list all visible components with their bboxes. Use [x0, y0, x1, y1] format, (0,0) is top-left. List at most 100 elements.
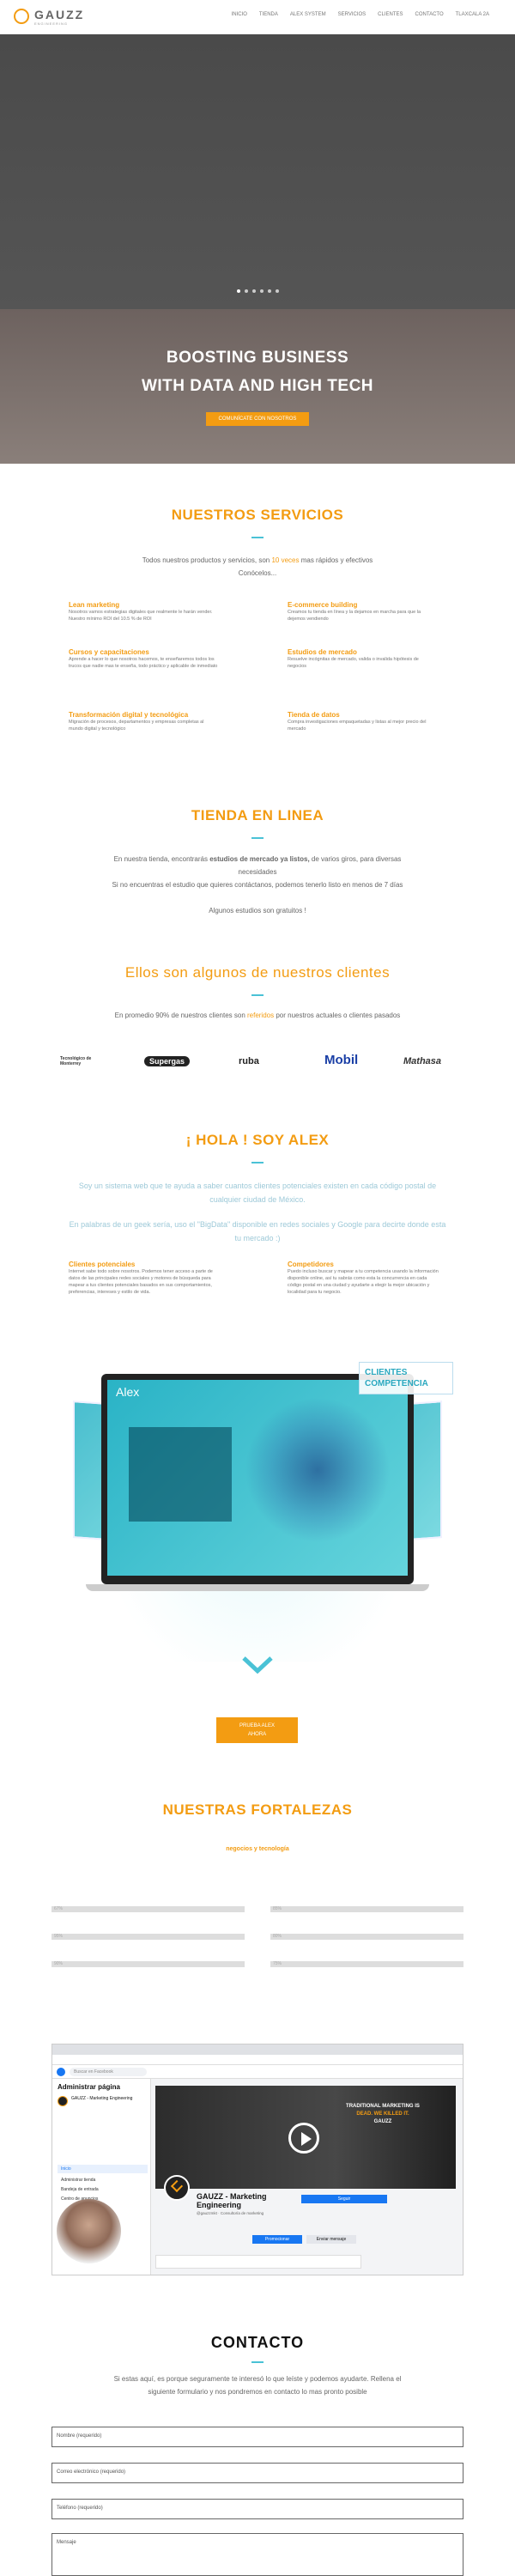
slider-dot[interactable]: [268, 289, 271, 293]
skill-bar: 67%: [52, 1906, 245, 1912]
strengths-title: NUESTRAS FORTALEZAS: [162, 1801, 353, 1818]
laptop-base: [86, 1584, 429, 1591]
bar-label: 95%: [54, 1934, 64, 1939]
clients-text-part: En promedio 90% de nuestros clientes son: [114, 1012, 247, 1019]
service-item: Transformación digital y tecnológica Mig…: [69, 711, 219, 732]
intro-text: mas rápidos y efectivos: [299, 556, 373, 564]
intro-highlight: 10 veces: [271, 556, 300, 564]
service-text: Nosotros vamos estrategias digitales que…: [69, 610, 213, 622]
site-header: GAUZZ ENGINEERING Inicio Tienda Alex Sys…: [0, 0, 515, 34]
play-triangle: [301, 2132, 312, 2146]
store-text-part: de varios giros, para diversas: [309, 855, 402, 863]
email-field[interactable]: Correo electrónico (requerido): [52, 2463, 464, 2483]
chevron-down-icon[interactable]: [241, 1656, 274, 1674]
service-item: Estudios de mercado Resuelve incógnitas …: [288, 648, 438, 670]
button-line: Prueba Alex: [239, 1723, 276, 1728]
clients-highlight: referidos: [246, 1012, 275, 1019]
browser-tabs: [52, 2044, 463, 2055]
browser-address-bar: [52, 2055, 463, 2065]
logo-text[interactable]: GAUZZ: [34, 8, 84, 21]
cover-text: TRADITIONAL MARKETING IS DEAD. WE KILLED…: [331, 2103, 434, 2126]
try-alex-button[interactable]: Prueba Alex Ahora: [216, 1717, 298, 1743]
nav-item-contacto[interactable]: Contacto: [415, 12, 444, 17]
bar-label: 75%: [273, 1961, 282, 1966]
main-nav: Inicio Tienda Alex System Servicios Clie…: [232, 12, 489, 17]
store-text-part: En nuestra tienda, encontrarás: [113, 855, 210, 863]
service-title: Cursos y capacitaciones: [69, 648, 149, 656]
alex-intro-1: Soy un sistema web que te ayuda a saber …: [78, 1182, 437, 1204]
service-text: Creamos tu tienda en línea y la dejamos …: [288, 610, 421, 622]
page-handle: @gauzzmkt · Consultoría de marketing: [197, 2211, 264, 2215]
bar-label: 90%: [54, 1961, 64, 1966]
presenter-video-avatar: [57, 2199, 121, 2263]
clients-text: En promedio 90% de nuestros clientes son…: [52, 1009, 464, 1022]
page-admin-sidebar: Administrar página GAUZZ - Marketing Eng…: [52, 2079, 151, 2275]
skill-bar: 75%: [270, 1961, 464, 1967]
post-composer[interactable]: [155, 2255, 361, 2269]
nav-item-servicios[interactable]: Servicios: [338, 12, 367, 17]
nav-item-tienda[interactable]: Tienda: [259, 12, 278, 17]
sidebar-item-inicio[interactable]: Inicio: [58, 2165, 148, 2173]
skill-bar: 90%: [52, 1961, 245, 1967]
strengths-subtitle: negocios y tecnología: [226, 1846, 289, 1852]
sidebar-item-inbox[interactable]: Bandeja de entrada: [58, 2185, 102, 2194]
page-name: GAUZZ - Marketing Engineering: [197, 2192, 267, 2209]
bar-track: 90%: [52, 1961, 245, 1967]
contact-title: CONTACTO: [210, 2334, 305, 2351]
alex-intro-2: En palabras de un geek sería, uso el "Bi…: [69, 1220, 446, 1242]
follow-button[interactable]: Seguir: [301, 2195, 387, 2203]
feature-text: Puedo incluso buscar y mapear a tu compe…: [288, 1269, 439, 1295]
slider-dot[interactable]: [237, 289, 240, 293]
bar-label: 85%: [273, 1906, 282, 1911]
page-profile-picture[interactable]: [164, 2175, 190, 2201]
promote-button[interactable]: Promocionar: [252, 2235, 302, 2244]
store-text-part: Si no encuentras el estudio que quieres …: [112, 881, 403, 889]
alex-title: ¡ HOLA ! SOY ALEX: [185, 1132, 330, 1148]
slider-dot[interactable]: [260, 289, 264, 293]
nav-item-extra[interactable]: Tlaxcala 2a: [456, 12, 489, 17]
contact-text-line: siguiente formulario y nos pondremos en …: [148, 2388, 367, 2396]
nav-item-clientes[interactable]: Clientes: [378, 12, 403, 17]
facebook-topbar: Buscar en Facebook: [52, 2065, 463, 2079]
service-text: Compra investigaciones empaquetadas y li…: [288, 720, 427, 732]
logo-icon[interactable]: [14, 9, 29, 24]
services-title: NUESTROS SERVICIOS: [171, 507, 344, 523]
cover-video[interactable]: TRADITIONAL MARKETING IS DEAD. WE KILLED…: [155, 2086, 456, 2189]
contact-cta-button[interactable]: Comunícate con nosotros: [206, 412, 309, 426]
button-line: Ahora: [247, 1732, 267, 1737]
service-item: Lean marketing Nosotros vamos estrategia…: [69, 601, 219, 623]
bar-track: 85%: [270, 1906, 464, 1912]
slider-dot[interactable]: [245, 289, 248, 293]
slider-dot[interactable]: [276, 289, 279, 293]
client-logo-ruba: ruba: [239, 1056, 259, 1066]
bar-track: 67%: [52, 1906, 245, 1912]
sidebar-item-tienda[interactable]: Administrar tienda: [58, 2176, 99, 2184]
client-logo-supergas: Supergas: [144, 1056, 191, 1066]
store-highlight: estudios de mercado ya listos,: [209, 855, 310, 863]
nav-item-inicio[interactable]: Inicio: [232, 12, 247, 17]
hero-title-line: WITH DATA AND HIGH TECH: [141, 377, 374, 395]
app-name: Alex: [116, 1385, 140, 1399]
section-divider: [251, 1162, 264, 1163]
section-divider: [251, 2361, 264, 2363]
store-text-part: necesidades: [238, 868, 277, 876]
facebook-logo-icon[interactable]: [57, 2068, 65, 2076]
hero-title-line: BOOSTING BUSINESS: [166, 349, 349, 367]
feature-title: Competidores: [288, 1261, 334, 1268]
message-field[interactable]: Mensaje: [52, 2533, 464, 2576]
contact-text-line: Si estas aquí, es porque seguramente te …: [113, 2375, 402, 2383]
nav-item-alex[interactable]: Alex System: [290, 12, 326, 17]
slider-dot[interactable]: [252, 289, 256, 293]
phone-field[interactable]: Teléfono (requerido): [52, 2499, 464, 2519]
facebook-search-input[interactable]: Buscar en Facebook: [70, 2068, 147, 2076]
service-item: E-commerce building Creamos tu tienda en…: [288, 601, 438, 623]
alex-feature-clients: Clientes potenciales Internet sabe todo …: [69, 1261, 223, 1296]
play-button-icon[interactable]: [288, 2123, 319, 2154]
skill-bar: 85%: [270, 1906, 464, 1912]
cover-brand: GAUZZ: [373, 2119, 392, 2124]
logo-subtitle: ENGINEERING: [34, 21, 69, 26]
bar-track: 80%: [270, 1934, 464, 1940]
send-message-button[interactable]: Enviar mensaje: [306, 2235, 356, 2244]
contact-text: Si estas aquí, es porque seguramente te …: [52, 2372, 464, 2398]
name-field[interactable]: Nombre (requerido): [52, 2427, 464, 2447]
